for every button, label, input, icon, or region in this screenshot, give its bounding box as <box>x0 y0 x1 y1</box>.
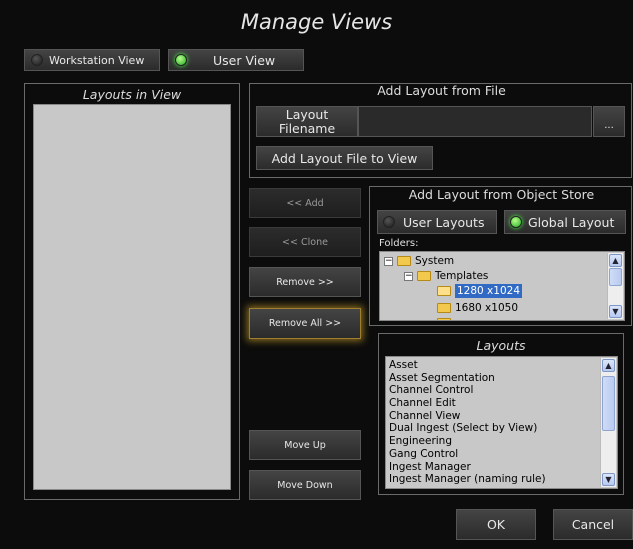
tree-node-system[interactable]: − System <box>384 255 454 267</box>
move-up-button[interactable]: Move Up <box>249 430 361 460</box>
layouts-in-view-header: Layouts in View <box>82 87 182 102</box>
scroll-down-icon[interactable]: ▼ <box>602 473 615 486</box>
layouts-in-view-list[interactable] <box>33 104 231 490</box>
user-layouts-led-icon <box>383 216 395 228</box>
folder-icon <box>417 271 431 281</box>
collapse-icon[interactable]: − <box>404 271 413 281</box>
scroll-thumb[interactable] <box>609 268 622 286</box>
tree-node-selected[interactable]: 1280 x1024 <box>437 284 522 298</box>
tree-node-partial[interactable] <box>437 317 455 320</box>
folder-icon <box>397 256 411 266</box>
user-layouts-label: User Layouts <box>403 214 485 230</box>
scroll-down-icon[interactable]: ▼ <box>609 305 622 318</box>
add-from-file-panel: Add Layout from File Layout Filename ...… <box>249 83 632 178</box>
user-view-label: User View <box>213 52 276 68</box>
layout-list-item[interactable]: Ingest Manager (naming rule) <box>386 473 601 486</box>
tree-node-next[interactable]: 1680 x1050 <box>437 302 518 314</box>
global-layouts-led-icon <box>510 216 522 228</box>
layout-filename-label: Layout Filename <box>256 106 358 137</box>
tree-node-next-label: 1680 x1050 <box>455 302 518 314</box>
workstation-view-button[interactable]: Workstation View <box>24 49 160 71</box>
move-down-button[interactable]: Move Down <box>249 470 361 500</box>
tree-node-selected-label: 1280 x1024 <box>455 284 522 298</box>
global-layouts-button[interactable]: Global Layout <box>504 210 626 234</box>
object-store-header: Add Layout from Object Store <box>408 187 595 202</box>
layout-list-item[interactable]: Ingest Manager <box>386 461 601 474</box>
clone-button[interactable]: << Clone <box>249 227 361 257</box>
layout-list-item[interactable]: Dual Ingest (Select by View) <box>386 422 601 435</box>
remove-button[interactable]: Remove >> <box>249 267 361 297</box>
dialog-title: Manage Views <box>240 10 393 34</box>
layout-list-item[interactable]: Channel View <box>386 410 601 423</box>
user-view-led-icon <box>175 54 187 66</box>
workstation-view-label: Workstation View <box>49 53 145 67</box>
user-layouts-button[interactable]: User Layouts <box>377 210 497 234</box>
tree-node-system-label: System <box>415 255 455 267</box>
global-layouts-label: Global Layout <box>528 214 615 230</box>
layout-filename-input[interactable] <box>358 106 592 137</box>
cancel-button[interactable]: Cancel <box>553 509 633 540</box>
object-store-panel: Add Layout from Object Store User Layout… <box>369 186 632 326</box>
folder-tree-scrollbar[interactable]: ▲ ▼ <box>607 253 623 319</box>
layouts-scrollbar[interactable]: ▲ ▼ <box>600 358 616 487</box>
add-from-file-header: Add Layout from File <box>377 83 506 98</box>
collapse-icon[interactable]: − <box>384 256 393 266</box>
user-view-button[interactable]: User View <box>168 49 304 71</box>
layouts-in-view-panel: Layouts in View <box>24 83 240 500</box>
tree-node-templates[interactable]: − Templates <box>404 270 488 282</box>
layouts-header: Layouts <box>476 338 526 353</box>
workstation-led-icon <box>31 54 43 66</box>
scroll-up-icon[interactable]: ▲ <box>609 254 622 267</box>
layouts-list[interactable]: Asset Asset Segmentation Channel Control Ch… <box>385 356 618 489</box>
tree-node-templates-label: Templates <box>435 270 489 282</box>
add-button[interactable]: << Add <box>249 188 361 218</box>
layout-list-item[interactable]: Channel Control <box>386 384 601 397</box>
folder-icon <box>437 303 451 313</box>
layout-list-item[interactable]: Engineering <box>386 435 601 448</box>
layout-list-item[interactable]: Channel Edit <box>386 397 601 410</box>
layout-list-item[interactable]: Asset <box>386 359 601 372</box>
folders-label: Folders: <box>379 238 419 249</box>
remove-all-button[interactable]: Remove All >> <box>249 308 361 339</box>
scroll-up-icon[interactable]: ▲ <box>602 359 615 372</box>
folder-icon <box>437 318 451 320</box>
layouts-panel: Layouts Asset Asset Segmentation Channel C… <box>378 333 624 495</box>
scroll-thumb[interactable] <box>602 376 615 431</box>
layout-list-item[interactable]: Asset Segmentation <box>386 372 601 385</box>
layout-list-item[interactable]: Gang Control <box>386 448 601 461</box>
ok-button[interactable]: OK <box>456 509 536 540</box>
browse-button[interactable]: ... <box>593 106 625 137</box>
folder-tree[interactable]: − System − Templates 1280 x1024 1680 x1050… <box>379 251 625 321</box>
open-folder-icon <box>437 286 451 296</box>
add-layout-file-button[interactable]: Add Layout File to View <box>256 146 433 170</box>
